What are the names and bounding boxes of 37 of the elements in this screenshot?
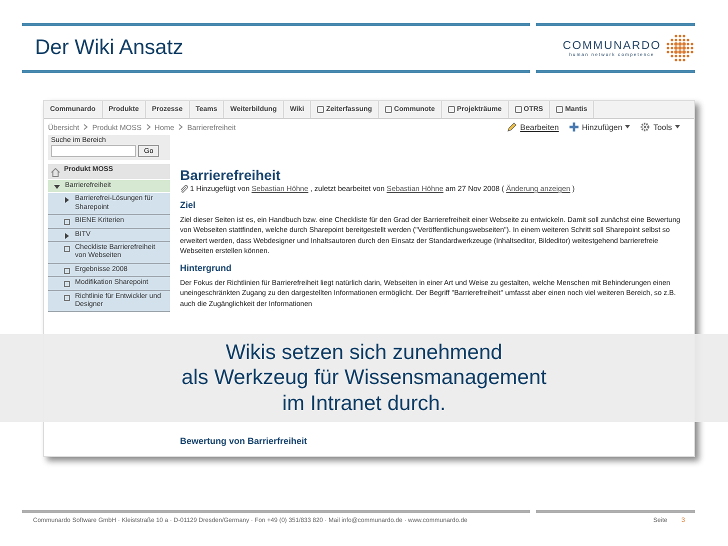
square-icon [64, 268, 70, 274]
slide-title: Der Wiki Ansatz [34, 36, 184, 60]
dotted-globe-icon [665, 33, 695, 63]
app-icon [556, 106, 564, 113]
caret-right-icon [64, 232, 70, 239]
chevron-icon [178, 124, 184, 130]
square-icon [64, 246, 70, 252]
caret-icon [625, 125, 630, 129]
chevron-icon [146, 124, 151, 130]
caption-text: Wikis setzen sich zunehmend [226, 340, 502, 366]
caret-icon [675, 125, 680, 129]
action-link[interactable]: Tools [640, 122, 680, 132]
page-title: Barrierefreiheit [180, 167, 282, 183]
caret-down-icon [54, 184, 60, 190]
logo-name: COMMUNARDO [562, 40, 661, 52]
app-icon [385, 106, 392, 113]
pencil-icon [507, 122, 518, 132]
gear-icon [640, 122, 650, 132]
section-heading: Bewertung von Barrierfreiheit [180, 436, 308, 446]
app-icon [448, 106, 455, 113]
action-link[interactable]: Hinzufügen [568, 122, 630, 132]
section-heading: Hintergrund [180, 263, 232, 274]
caret-right-icon [64, 197, 70, 204]
chevron-icon [83, 124, 88, 130]
square-icon [64, 294, 70, 301]
caption-text: im Intranet durch. [282, 390, 446, 416]
section-heading: Ziel [180, 200, 197, 210]
app-icon [514, 106, 522, 113]
action-link[interactable]: Bearbeiten [507, 122, 559, 132]
square-icon [64, 219, 70, 226]
app-icon [317, 106, 324, 113]
square-icon [64, 281, 70, 288]
plus-icon [568, 122, 579, 132]
house-icon [51, 168, 60, 177]
search-field[interactable] [51, 145, 136, 157]
caption-text: als Werkzeug für Wissensmanagement [182, 365, 546, 391]
paperclip-icon [180, 184, 188, 192]
